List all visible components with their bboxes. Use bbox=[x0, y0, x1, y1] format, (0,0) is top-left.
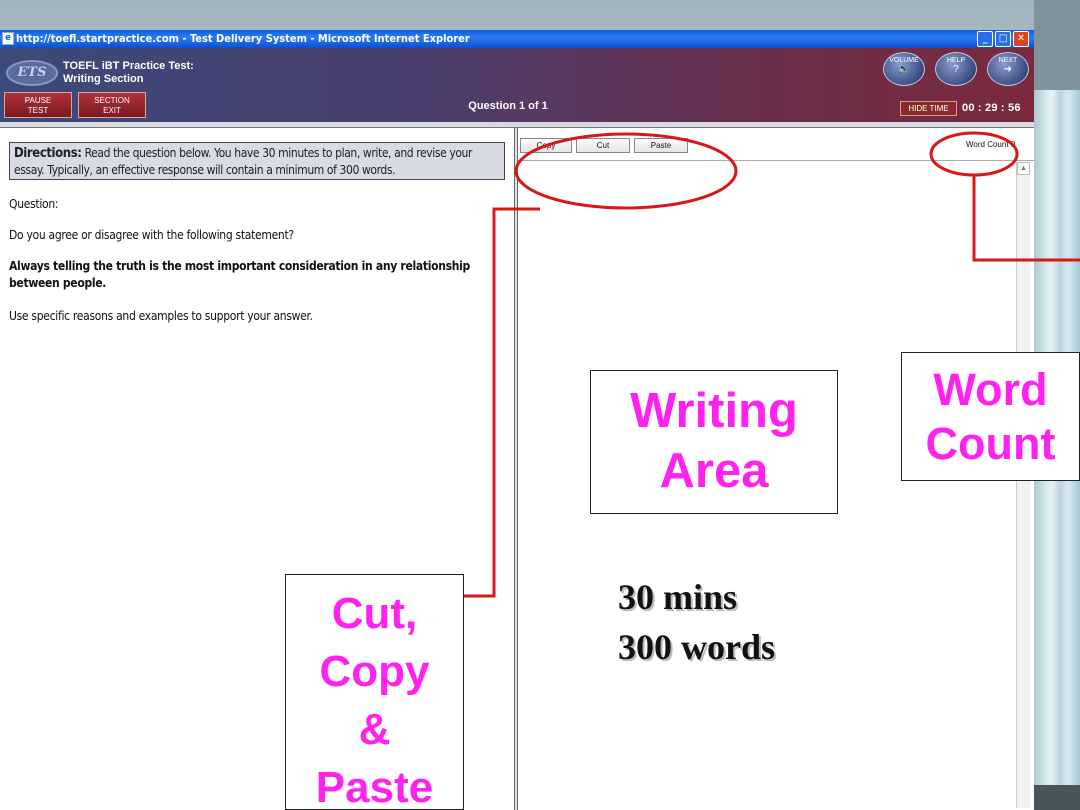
help-button[interactable]: HELP ? bbox=[935, 52, 977, 86]
question-instruction: Use specific reasons and examples to sup… bbox=[9, 309, 313, 323]
question-prompt: Do you agree or disagree with the follow… bbox=[9, 228, 294, 242]
cut-copy-paste-callout-line1: Cut, bbox=[331, 589, 418, 638]
cut-copy-paste-callout-line3: & bbox=[358, 705, 391, 754]
pause-label-1: PAUSE bbox=[24, 96, 52, 105]
word-count-value: 0 bbox=[1010, 140, 1016, 149]
copy-button[interactable]: Copy bbox=[520, 138, 572, 153]
section-label-2: EXIT bbox=[103, 106, 121, 115]
window-title: http://toefl.startpractice.com - Test De… bbox=[16, 32, 470, 45]
section-label-1: SECTION bbox=[94, 96, 130, 105]
directions-text: Read the question below. You have 30 min… bbox=[14, 146, 473, 177]
time-note: 30 mins bbox=[618, 577, 738, 617]
section-exit-button[interactable]: SECTION EXIT bbox=[78, 92, 146, 118]
writing-area-callout-line1: Writing bbox=[630, 384, 798, 438]
word-count: Word Count 0 bbox=[966, 140, 1015, 149]
arrow-right-icon: ➜ bbox=[1003, 64, 1013, 75]
directions-box: Directions: Read the question below. You… bbox=[9, 142, 505, 180]
minimize-button[interactable]: _ bbox=[977, 31, 993, 47]
toolbar-divider bbox=[518, 160, 1034, 161]
help-icon: ? bbox=[953, 64, 959, 75]
question-counter: Question 1 of 1 bbox=[468, 100, 548, 112]
test-title-line1: TOEFL iBT Practice Test: bbox=[63, 60, 194, 72]
pause-label-2: TEST bbox=[27, 106, 49, 115]
cut-copy-paste-callout: Cut, Copy & Paste bbox=[285, 574, 464, 810]
maximize-button[interactable]: □ bbox=[995, 31, 1011, 47]
cut-copy-paste-callout-line2: Copy bbox=[319, 647, 430, 696]
word-count-callout: Word Count bbox=[901, 352, 1080, 481]
next-button[interactable]: NEXT ➜ bbox=[987, 52, 1029, 86]
hide-time-button[interactable]: HIDE TIME bbox=[900, 101, 957, 116]
close-button[interactable]: ✕ bbox=[1013, 31, 1029, 47]
timer: 00 : 29 : 56 bbox=[962, 102, 1021, 114]
cut-button[interactable]: Cut bbox=[576, 138, 630, 153]
volume-label: VOLUME bbox=[889, 57, 919, 64]
question-statement: Always telling the truth is the most imp… bbox=[9, 259, 470, 290]
volume-button[interactable]: VOLUME 🔈 bbox=[883, 52, 925, 86]
ie-page-icon: e bbox=[2, 32, 14, 45]
test-title-line2: Writing Section bbox=[63, 73, 144, 85]
directions-label: Directions: bbox=[14, 146, 82, 161]
word-count-label: Word Count bbox=[966, 140, 1009, 149]
help-label: HELP bbox=[946, 57, 966, 64]
word-count-callout-line1: Word bbox=[933, 364, 1048, 415]
title-bar: e http://toefl.startpractice.com - Test … bbox=[0, 30, 1034, 48]
speaker-icon: 🔈 bbox=[897, 64, 911, 75]
scrollbar[interactable]: ▲ bbox=[1016, 162, 1030, 808]
test-header: ETS TOEFL iBT Practice Test: Writing Sec… bbox=[0, 48, 1034, 122]
cut-copy-paste-callout-line4: Paste bbox=[315, 763, 434, 810]
next-label: NEXT bbox=[998, 57, 1018, 64]
slide-background-top bbox=[1034, 0, 1080, 90]
word-count-callout-line2: Count bbox=[925, 418, 1056, 469]
scroll-up-icon[interactable]: ▲ bbox=[1017, 162, 1030, 175]
writing-area-callout: Writing Area bbox=[590, 370, 838, 514]
writing-area-callout-line2: Area bbox=[659, 444, 769, 498]
ets-logo: ETS bbox=[6, 60, 58, 86]
pause-test-button[interactable]: PAUSE TEST bbox=[4, 92, 72, 118]
slide-background-bottom bbox=[1034, 785, 1080, 810]
browser-window: e http://toefl.startpractice.com - Test … bbox=[0, 30, 1034, 810]
question-label: Question: bbox=[9, 197, 59, 211]
word-note: 300 words bbox=[618, 627, 776, 667]
paste-button[interactable]: Paste bbox=[634, 138, 688, 153]
test-title: TOEFL iBT Practice Test: Writing Section bbox=[63, 60, 194, 86]
